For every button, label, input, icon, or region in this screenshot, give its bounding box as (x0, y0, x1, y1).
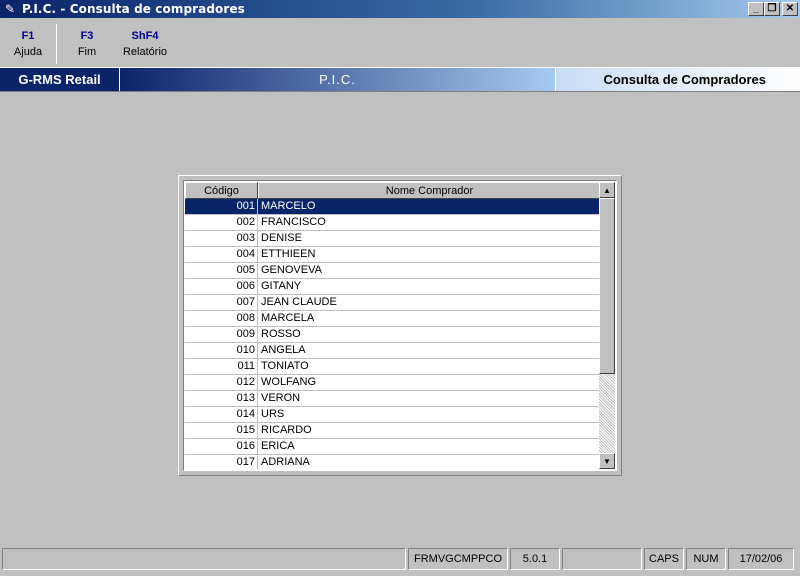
cell-code: 002 (185, 215, 258, 230)
cell-name: FRANCISCO (261, 216, 326, 228)
table-row[interactable]: 016 ERICA (185, 439, 601, 455)
help-label: Ajuda (13, 46, 43, 58)
window-controls: _ ❐ ✕ (748, 2, 798, 16)
exit-button[interactable]: F3 Fim (57, 22, 117, 64)
minimize-button[interactable]: _ (748, 2, 764, 16)
cell-name: MARCELO (261, 200, 316, 212)
table-row[interactable]: 014 URS (185, 407, 601, 423)
status-num: NUM (686, 548, 726, 570)
table-row[interactable]: 007 JEAN CLAUDE (185, 295, 601, 311)
title-bar[interactable]: ✎ P.I.C. - Consulta de compradores _ ❐ ✕ (0, 0, 800, 18)
exit-label: Fim (77, 46, 97, 58)
cell-code: 010 (185, 343, 258, 358)
report-label: Relatório (122, 46, 168, 58)
status-caps: CAPS (644, 548, 684, 570)
product-name: G-RMS Retail (0, 68, 120, 91)
grid-rows: 001 MARCELO 002 FRANCISCO 003 DENISE 004 ETTHIE… (185, 199, 601, 469)
cell-code: 012 (185, 375, 258, 390)
cell-code: 005 (185, 263, 258, 278)
buyers-panel: Código Nome Comprador 001 MARCELO 002 FRANC… (178, 175, 622, 476)
table-row[interactable]: 013 VERON (185, 391, 601, 407)
table-row[interactable]: 005 GENOVEVA (185, 263, 601, 279)
cell-name: MARCELA (261, 312, 315, 324)
cell-name: ROSSO (261, 328, 301, 340)
vertical-scrollbar[interactable]: ▲ ▼ (599, 182, 615, 469)
table-row[interactable]: 006 GITANY (185, 279, 601, 295)
status-empty (562, 548, 642, 570)
status-form-id: FRMVGCMPPCO (408, 548, 508, 570)
cell-name: ERICA (261, 440, 295, 452)
cell-name: URS (261, 408, 285, 420)
module-name: P.I.C. (120, 68, 556, 91)
cell-code: 014 (185, 407, 258, 422)
table-row[interactable]: 002 FRANCISCO (185, 215, 601, 231)
restore-button[interactable]: ❐ (764, 2, 780, 16)
help-key: F1 (21, 30, 35, 42)
cell-name: GENOVEVA (261, 264, 322, 276)
column-header-code[interactable]: Código (185, 182, 258, 199)
status-date: 17/02/06 (728, 548, 794, 570)
table-row[interactable]: 010 ANGELA (185, 343, 601, 359)
cell-name: ANGELA (261, 344, 306, 356)
cell-code: 008 (185, 311, 258, 326)
report-key: ShF4 (131, 30, 159, 42)
table-row[interactable]: 008 MARCELA (185, 311, 601, 327)
cell-name: GITANY (261, 280, 302, 292)
status-message (2, 548, 406, 570)
table-row[interactable]: 009 ROSSO (185, 327, 601, 343)
table-row[interactable]: 004 ETTHIEEN (185, 247, 601, 263)
help-button[interactable]: F1 Ajuda (0, 22, 56, 64)
grid-header: Código Nome Comprador (185, 182, 601, 199)
table-row[interactable]: 015 RICARDO (185, 423, 601, 439)
window-title: P.I.C. - Consulta de compradores (22, 2, 245, 16)
column-header-name[interactable]: Nome Comprador (258, 182, 601, 199)
cell-code: 011 (185, 359, 258, 374)
function-key-toolbar: F1 Ajuda F3 Fim ShF4 Relatório (0, 22, 800, 64)
cell-name: TONIATO (261, 360, 309, 372)
status-bar: FRMVGCMPPCO 5.0.1 CAPS NUM 17/02/06 (0, 548, 800, 572)
table-row[interactable]: 012 WOLFANG (185, 375, 601, 391)
scroll-down-button[interactable]: ▼ (599, 453, 615, 469)
buyers-grid[interactable]: Código Nome Comprador 001 MARCELO 002 FRANC… (183, 180, 617, 471)
cell-name: RICARDO (261, 424, 312, 436)
exit-key: F3 (80, 30, 94, 42)
table-row[interactable]: 003 DENISE (185, 231, 601, 247)
report-button[interactable]: ShF4 Relatório (117, 22, 173, 64)
status-version: 5.0.1 (510, 548, 560, 570)
scroll-thumb[interactable] (599, 198, 615, 374)
cell-code: 015 (185, 423, 258, 438)
cell-name: DENISE (261, 232, 302, 244)
grid-body: Código Nome Comprador 001 MARCELO 002 FRANC… (185, 182, 601, 469)
header-band: G-RMS Retail P.I.C. Consulta de Comprado… (0, 67, 800, 92)
table-row[interactable]: 011 TONIATO (185, 359, 601, 375)
cell-name: ADRIANA (261, 456, 310, 468)
cell-code: 006 (185, 279, 258, 294)
cell-code: 007 (185, 295, 258, 310)
cell-name: ETTHIEEN (261, 248, 316, 260)
cell-code: 004 (185, 247, 258, 262)
scroll-up-button[interactable]: ▲ (599, 182, 615, 198)
cell-name: JEAN CLAUDE (261, 296, 337, 308)
cell-code: 016 (185, 439, 258, 454)
cell-code: 013 (185, 391, 258, 406)
screen-title: Consulta de Compradores (556, 68, 800, 91)
cell-name: WOLFANG (261, 376, 317, 388)
cell-code: 009 (185, 327, 258, 342)
cell-code: 017 (185, 455, 258, 469)
cell-name: VERON (261, 392, 301, 404)
table-row[interactable]: 001 MARCELO (185, 199, 601, 215)
cell-code: 001 (185, 199, 258, 214)
close-button[interactable]: ✕ (782, 2, 798, 16)
app-pen-icon: ✎ (4, 2, 16, 16)
cell-code: 003 (185, 231, 258, 246)
table-row[interactable]: 017 ADRIANA (185, 455, 601, 469)
